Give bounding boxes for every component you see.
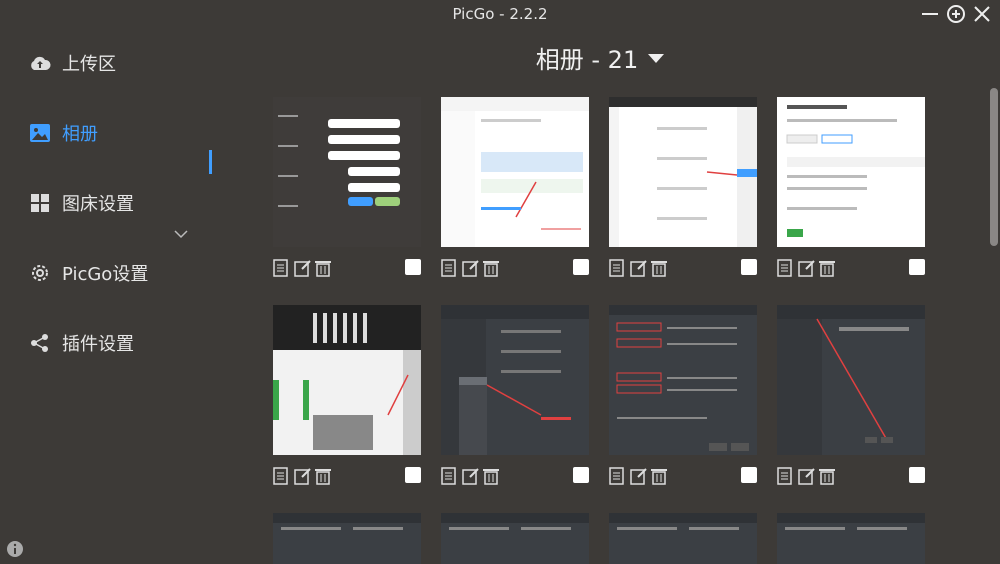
- delete-icon[interactable]: [483, 467, 501, 485]
- image-thumbnail[interactable]: [777, 97, 925, 247]
- select-checkbox[interactable]: [909, 259, 925, 275]
- delete-icon[interactable]: [315, 259, 333, 277]
- sidebar-item-label: 上传区: [62, 54, 116, 75]
- gallery-title: 相册 - 21: [535, 46, 639, 74]
- gallery-card: [273, 513, 421, 564]
- edit-icon[interactable]: [294, 467, 312, 485]
- edit-icon[interactable]: [462, 467, 480, 485]
- image-thumbnail[interactable]: [609, 97, 757, 247]
- image-thumbnail[interactable]: [609, 513, 757, 564]
- select-checkbox[interactable]: [573, 259, 589, 275]
- gallery-card: [273, 305, 421, 485]
- sidebar-item-picbed-settings[interactable]: 图床设置: [28, 185, 218, 221]
- gallery-card: [777, 305, 925, 485]
- select-checkbox[interactable]: [573, 467, 589, 483]
- minimize-button[interactable]: [920, 4, 940, 24]
- document-icon[interactable]: [777, 467, 795, 485]
- select-checkbox[interactable]: [405, 467, 421, 483]
- sidebar-item-plugin-settings[interactable]: 插件设置: [28, 325, 218, 361]
- scrollbar[interactable]: [990, 88, 998, 246]
- document-icon[interactable]: [609, 467, 627, 485]
- document-icon[interactable]: [609, 259, 627, 277]
- delete-icon[interactable]: [315, 467, 333, 485]
- image-thumbnail[interactable]: [777, 305, 925, 455]
- document-icon[interactable]: [273, 467, 291, 485]
- sidebar-item-label: 插件设置: [62, 334, 134, 355]
- image-thumbnail[interactable]: [441, 305, 589, 455]
- grid-icon: [28, 191, 52, 215]
- gear-icon: [28, 261, 52, 285]
- image-thumbnail[interactable]: [441, 513, 589, 564]
- document-icon[interactable]: [273, 259, 291, 277]
- document-icon[interactable]: [441, 259, 459, 277]
- gallery-card: [441, 513, 589, 564]
- close-button[interactable]: [972, 4, 992, 24]
- sidebar-item-label: 图床设置: [62, 194, 134, 215]
- gallery-card: [273, 97, 421, 277]
- caret-down-icon[interactable]: [648, 54, 665, 63]
- edit-icon[interactable]: [798, 259, 816, 277]
- select-checkbox[interactable]: [741, 467, 757, 483]
- image-thumbnail[interactable]: [273, 97, 421, 247]
- sidebar: 上传区 相册 图床设置 PicGo设置 插件设置: [0, 30, 230, 564]
- gallery-card: [609, 305, 757, 485]
- sidebar-item-label: PicGo设置: [62, 264, 149, 285]
- edit-icon[interactable]: [462, 259, 480, 277]
- sidebar-item-gallery[interactable]: 相册: [28, 115, 218, 151]
- chevron-down-icon[interactable]: [174, 224, 188, 243]
- sidebar-item-picgo-settings[interactable]: PicGo设置: [28, 255, 218, 291]
- active-indicator: [209, 150, 212, 174]
- gallery-card: [777, 97, 925, 277]
- sidebar-item-label: 相册: [62, 124, 98, 145]
- delete-icon[interactable]: [651, 467, 669, 485]
- edit-icon[interactable]: [798, 467, 816, 485]
- image-thumbnail[interactable]: [777, 513, 925, 564]
- close-icon: [974, 6, 990, 22]
- maximize-button[interactable]: [946, 4, 966, 24]
- select-checkbox[interactable]: [405, 259, 421, 275]
- select-checkbox[interactable]: [741, 259, 757, 275]
- document-icon[interactable]: [777, 259, 795, 277]
- edit-icon[interactable]: [294, 259, 312, 277]
- delete-icon[interactable]: [819, 467, 837, 485]
- image-thumbnail[interactable]: [441, 97, 589, 247]
- sidebar-item-upload[interactable]: 上传区: [28, 45, 218, 81]
- share-icon: [28, 331, 52, 355]
- title-bar: PicGo - 2.2.2: [0, 0, 1000, 30]
- select-checkbox[interactable]: [909, 467, 925, 483]
- document-icon[interactable]: [441, 467, 459, 485]
- gallery-card: [441, 305, 589, 485]
- image-thumbnail[interactable]: [273, 513, 421, 564]
- delete-icon[interactable]: [819, 259, 837, 277]
- gallery-card: [777, 513, 925, 564]
- delete-icon[interactable]: [651, 259, 669, 277]
- plus-circle-icon: [947, 5, 965, 23]
- image-icon: [28, 121, 52, 145]
- image-thumbnail[interactable]: [609, 305, 757, 455]
- cloud-upload-icon: [28, 51, 52, 75]
- minimize-icon: [922, 13, 938, 15]
- info-icon[interactable]: [6, 540, 24, 558]
- delete-icon[interactable]: [483, 259, 501, 277]
- gallery-card: [609, 513, 757, 564]
- edit-icon[interactable]: [630, 467, 648, 485]
- gallery-card: [609, 97, 757, 277]
- window-title: PicGo - 2.2.2: [452, 5, 548, 23]
- image-thumbnail[interactable]: [273, 305, 421, 455]
- edit-icon[interactable]: [630, 259, 648, 277]
- gallery-header[interactable]: 相册 - 21: [230, 40, 970, 75]
- gallery-card: [441, 97, 589, 277]
